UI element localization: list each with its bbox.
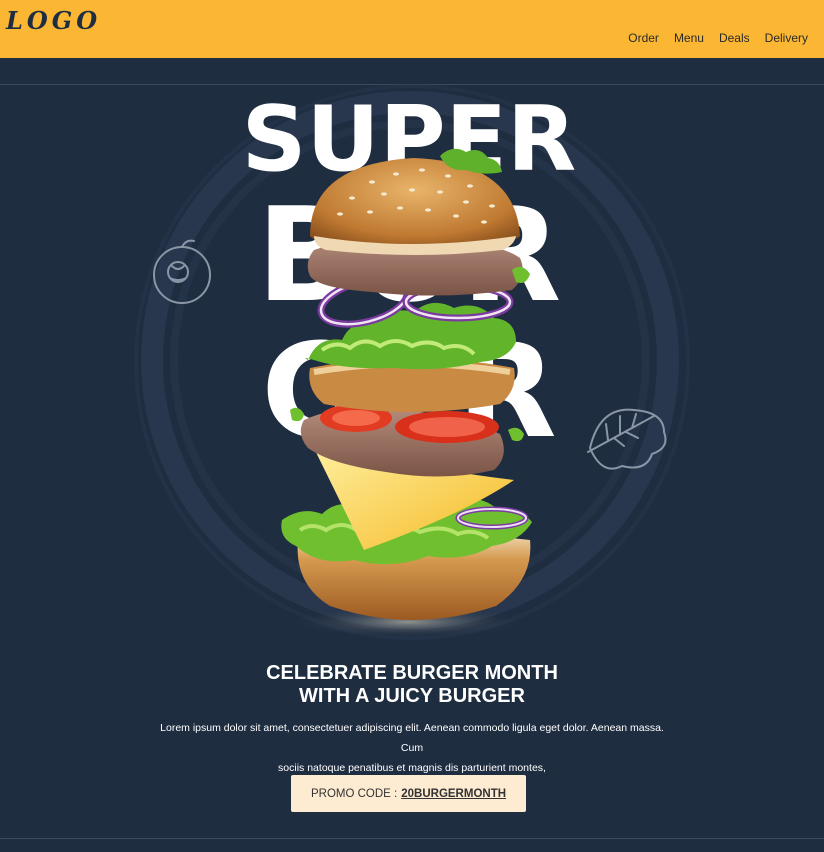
promo-code[interactable]: 20BURGERMONTH xyxy=(401,788,506,800)
nav-link-menu[interactable]: Menu xyxy=(674,31,704,45)
bottom-divider xyxy=(0,838,824,839)
promo-label: PROMO CODE : xyxy=(310,787,398,800)
nav-link-deals[interactable]: Deals xyxy=(719,31,750,45)
headline-line-1: CELEBRATE BURGER MONTH xyxy=(266,662,558,684)
hero-illustration: SUPER BUR GER xyxy=(134,84,690,640)
promo-code-button[interactable]: PROMO CODE : 20BURGERMONTH xyxy=(291,775,526,812)
nav-link-order[interactable]: Order xyxy=(628,31,659,45)
description-line-1: Lorem ipsum dolor sit amet, consectetuer… xyxy=(160,722,664,754)
nav-link-delivery[interactable]: Delivery xyxy=(765,31,808,45)
burger-illustration xyxy=(281,148,532,620)
hero-headline: CELEBRATE BURGER MONTH WITH A JUICY BURG… xyxy=(0,662,824,708)
headline-line-2: WITH A JUICY BURGER xyxy=(299,685,525,707)
hero-description: Lorem ipsum dolor sit amet, consectetuer… xyxy=(148,718,676,778)
site-header: LOGO Order Menu Deals Delivery xyxy=(0,0,824,58)
main-nav: Order Menu Deals Delivery xyxy=(628,31,808,45)
logo[interactable]: LOGO xyxy=(6,6,101,35)
